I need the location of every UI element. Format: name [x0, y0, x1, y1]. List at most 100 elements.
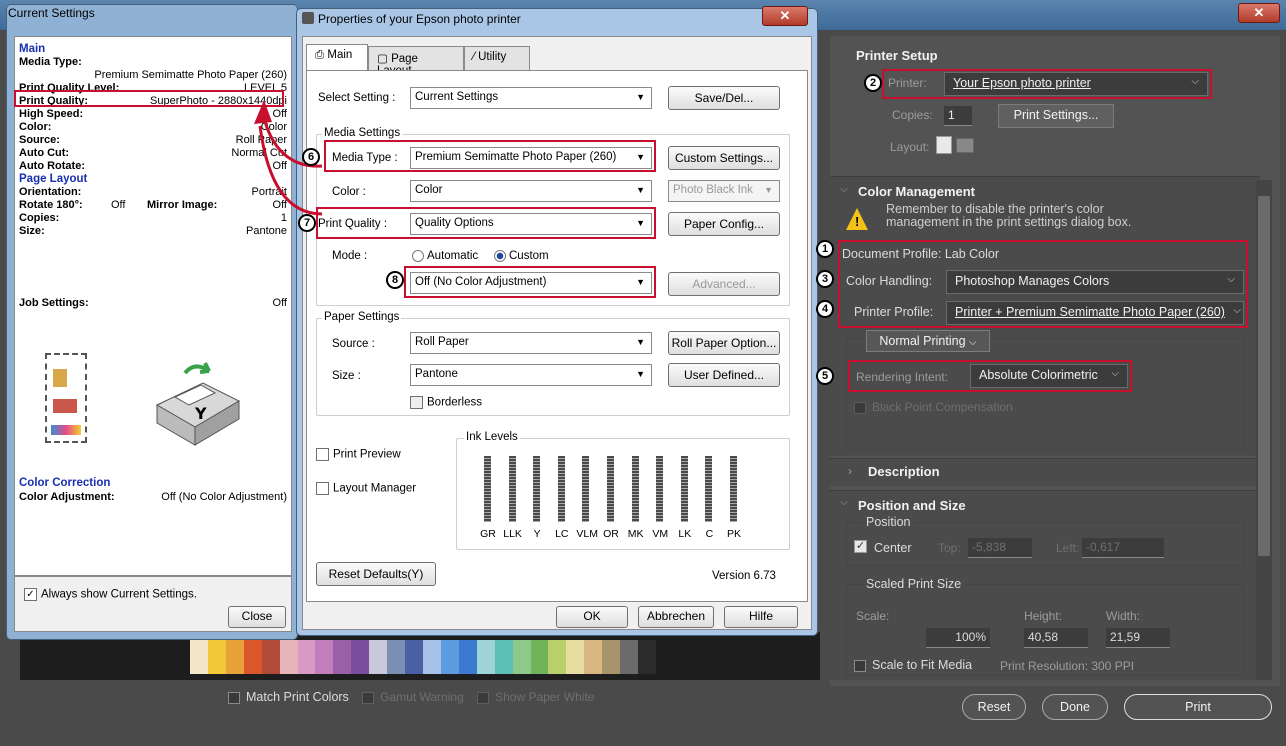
color-swatch — [207, 640, 226, 674]
match-print-colors-checkbox[interactable]: Match Print Colors — [228, 690, 349, 704]
advanced-button[interactable]: Advanced... — [668, 272, 780, 296]
custom-settings-button[interactable]: Custom Settings... — [668, 146, 780, 170]
color-dropdown[interactable]: Color ▼ — [410, 180, 652, 202]
media-type-highlight — [324, 140, 656, 172]
ink-label: LLK — [503, 528, 522, 540]
callout-7: 7 — [298, 214, 316, 232]
portrait-layout-icon[interactable] — [936, 136, 952, 154]
printer-app-icon — [302, 12, 314, 24]
ink-label: Y — [533, 528, 541, 540]
paper-settings-heading: Paper Settings — [322, 311, 402, 323]
tab-page-layout[interactable]: ▢ Page Layout — [368, 46, 464, 77]
rendering-group — [846, 338, 1244, 450]
print-settings-button[interactable]: Print Settings... — [998, 104, 1114, 128]
help-button[interactable]: Hilfe — [724, 606, 798, 628]
printer-setup-heading: Printer Setup — [856, 48, 938, 63]
roll-paper-option-button[interactable]: Roll Paper Option... — [668, 331, 780, 355]
color-correction-heading: Color Correction — [19, 477, 111, 489]
color-swatch — [512, 640, 531, 674]
close-button[interactable]: Close — [228, 606, 286, 628]
always-show-checkbox[interactable]: ✓ Always show Current Settings. — [24, 588, 197, 601]
color-swatch — [476, 640, 495, 674]
ok-button[interactable]: OK — [556, 606, 628, 628]
color-swatch — [351, 640, 370, 674]
dropdown-arrow-icon: ▼ — [636, 185, 645, 195]
chevron-down-icon: ⌵ — [969, 337, 977, 348]
page-tab-icon: ▢ — [377, 53, 392, 65]
reset-button[interactable]: Reset — [962, 694, 1026, 720]
ink-label: GR — [480, 528, 496, 540]
collapse-chevron-icon[interactable]: ⌵ — [840, 184, 848, 195]
dropdown-arrow-icon: ▼ — [764, 185, 773, 195]
left-input[interactable]: -0,617 — [1082, 538, 1164, 558]
done-button[interactable]: Done — [1042, 694, 1108, 720]
position-label: Position — [862, 515, 915, 529]
scale-input[interactable]: 100% — [926, 628, 990, 648]
color-swatch — [458, 640, 477, 674]
media-type-key: Media Type: — [19, 56, 82, 68]
center-checkbox[interactable]: ✓ — [854, 540, 867, 553]
ink-type-dropdown[interactable]: Photo Black Ink ▼ — [668, 180, 780, 202]
mode-automatic-radio[interactable]: Automatic — [412, 250, 478, 262]
ink-label: C — [705, 528, 714, 540]
copies-input[interactable]: 1 — [944, 106, 972, 126]
save-del-button[interactable]: Save/Del... — [668, 86, 780, 110]
print-button[interactable]: Print — [1124, 694, 1272, 720]
size-dropdown[interactable]: Pantone ▼ — [410, 364, 652, 386]
tab-main[interactable]: ⎙ Main — [306, 44, 368, 72]
dropdown-arrow-icon: ▼ — [636, 337, 645, 347]
gamut-warning-checkbox[interactable]: Gamut Warning — [362, 690, 464, 704]
rendering-highlight — [848, 360, 1132, 392]
user-defined-button[interactable]: User Defined... — [668, 363, 780, 387]
paper-config-button[interactable]: Paper Config... — [668, 212, 780, 236]
photoshop-close-button[interactable]: ✕ — [1238, 3, 1280, 23]
ink-level-bar — [656, 456, 664, 522]
tab-utility[interactable]: ⁄ Utility — [464, 46, 530, 70]
landscape-layout-icon[interactable] — [956, 138, 974, 153]
callout-1: 1 — [816, 240, 834, 258]
normal-printing-select[interactable]: Normal Printing ⌵ — [866, 330, 990, 352]
top-label: Top: — [938, 541, 961, 555]
ink-level-bar — [484, 456, 491, 522]
ink-label: VLM — [576, 528, 598, 540]
current-settings-title: Current Settings — [8, 6, 95, 20]
black-point-checkbox[interactable]: Black Point Compensation — [854, 400, 1013, 414]
color-swatch — [638, 640, 657, 674]
ink-label: PK — [726, 528, 741, 540]
layout-manager-checkbox[interactable]: Layout Manager — [316, 482, 416, 495]
color-label: Color : — [332, 186, 366, 198]
ink-level-bar — [533, 456, 541, 522]
callout-4: 4 — [816, 300, 834, 318]
mode-custom-radio[interactable]: Custom — [494, 250, 549, 262]
printer-icon: Y — [155, 362, 241, 446]
source-dropdown[interactable]: Roll Paper ▼ — [410, 332, 652, 354]
profile-highlight — [838, 240, 1248, 328]
epson-close-button[interactable]: ✕ — [762, 6, 808, 26]
mode-label: Mode : — [332, 250, 368, 262]
color-swatch — [225, 640, 244, 674]
dropdown-arrow-icon: ▼ — [636, 369, 645, 379]
color-swatch — [279, 640, 298, 674]
select-setting-dropdown[interactable]: Current Settings ▼ — [410, 87, 652, 109]
color-swatch — [440, 640, 459, 674]
top-input[interactable]: -5,838 — [968, 538, 1032, 558]
width-input[interactable]: 21,59 — [1106, 628, 1170, 648]
reset-defaults-button[interactable]: Reset Defaults(Y) — [316, 562, 436, 586]
color-swatch — [494, 640, 513, 674]
show-paper-white-checkbox[interactable]: Show Paper White — [477, 690, 594, 704]
epson-window-title: Properties of your Epson photo printer — [318, 12, 521, 26]
expand-chevron-icon[interactable]: › — [848, 464, 852, 478]
borderless-checkbox[interactable]: Borderless — [410, 396, 482, 409]
height-input[interactable]: 40,58 — [1024, 628, 1088, 648]
callout-2: 2 — [864, 74, 882, 92]
dropdown-arrow-icon: ▼ — [636, 92, 645, 102]
cancel-button[interactable]: Abbrechen — [638, 606, 714, 628]
print-preview-checkbox[interactable]: Print Preview — [316, 448, 401, 461]
scrollbar-thumb[interactable] — [1258, 196, 1270, 556]
media-settings-heading: Media Settings — [322, 127, 403, 139]
color-swatch — [405, 640, 424, 674]
ink-label: VM — [652, 528, 669, 540]
color-swatch — [387, 640, 406, 674]
scale-to-fit-checkbox[interactable]: Scale to Fit Media — [854, 658, 972, 672]
collapse-chevron-icon[interactable]: ⌵ — [840, 497, 848, 508]
